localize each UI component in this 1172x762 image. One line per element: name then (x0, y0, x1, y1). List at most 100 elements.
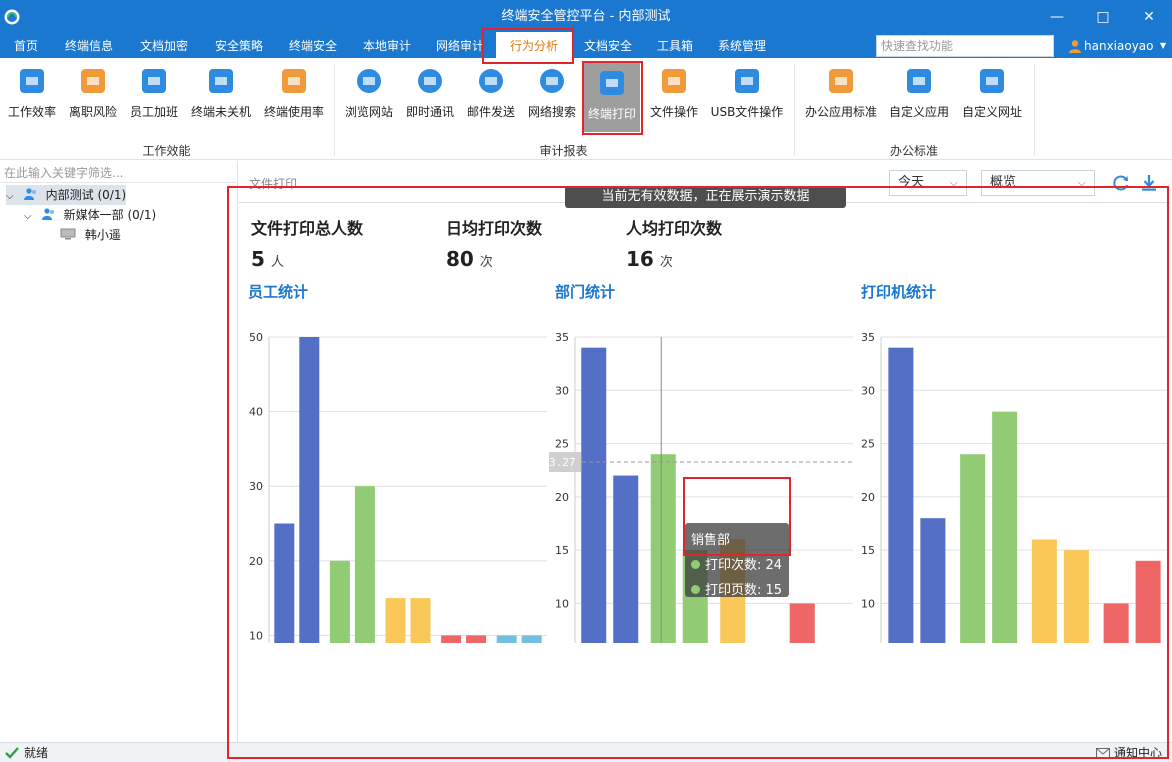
close-icon[interactable]: ✕ (1126, 0, 1172, 34)
ribbon-button-1-1[interactable]: 即时通讯 (401, 60, 459, 140)
stat-daily-prints: 日均打印次数 80 次 (446, 215, 542, 271)
ribbon-icon-2-2 (980, 69, 1004, 93)
bar-0-1-0[interactable] (329, 560, 350, 643)
ribbon-icon-2-0 (829, 69, 853, 93)
ribbon-button-0-3[interactable]: 终端未关机 (186, 60, 256, 140)
tree-filter-input[interactable]: 在此输入关键字筛选... (0, 163, 236, 183)
tab-0[interactable]: 首页 (0, 34, 52, 58)
stat-label: 日均打印次数 (446, 219, 543, 238)
bar-0-4-0[interactable] (496, 635, 517, 643)
ribbon-button-1-0[interactable]: 浏览网站 (340, 60, 398, 140)
ribbon-icon-1-1 (418, 69, 442, 93)
ribbon-button-1-6[interactable]: USB文件操作 (700, 60, 794, 140)
tab-8[interactable]: 文档安全 (572, 34, 644, 58)
report-panel: 文件打印总人数 5人 日均打印次数 80 次 人均打印次数 16 次 员工统计 部门… (239, 202, 1170, 739)
chart-title-dept: 部门统计 (555, 283, 616, 301)
title-bar: 终端安全管控平台 - 内部测试 — □ ✕ (0, 0, 1172, 34)
bar-2-3-0[interactable] (1103, 603, 1129, 643)
bar-1-3-0[interactable] (789, 603, 815, 643)
download-icon[interactable] (1140, 174, 1158, 192)
notification-center-link[interactable]: 通知中心 (1114, 743, 1162, 762)
tab-9[interactable]: 工具箱 (644, 34, 706, 58)
ribbon-label: 即时通讯 (405, 105, 454, 119)
ribbon-button-1-4[interactable]: 终端打印 (584, 62, 640, 132)
bar-1-1-0[interactable] (650, 454, 676, 643)
ribbon-button-0-0[interactable]: 工作效率 (3, 60, 61, 140)
quick-search-input[interactable]: 快速查找功能 (876, 35, 1054, 57)
tab-5[interactable]: 本地审计 (350, 34, 424, 58)
refresh-icon[interactable] (1112, 174, 1130, 192)
tab-4[interactable]: 终端安全 (276, 34, 350, 58)
bar-0-1-1[interactable] (354, 486, 375, 643)
bar-0-0-0[interactable] (274, 523, 295, 644)
ribbon-group-label: 工作效能 (142, 144, 191, 158)
stat-value: 5 (251, 247, 265, 271)
staff-chart[interactable]: 01020304050孙铁军雷勇张永建孟平韩伟伟 (243, 323, 549, 643)
tree-node-dept[interactable]: ⌵ 新媒体一部 (0/1) (24, 205, 156, 225)
bar-0-4-1[interactable] (521, 635, 542, 643)
view-value: 概览 (990, 175, 1017, 190)
ribbon-button-0-1[interactable]: 离职风险 (64, 60, 122, 140)
bar-2-2-0[interactable] (1031, 539, 1057, 643)
username: hanxiaoyao (1084, 39, 1154, 53)
period-select[interactable]: 今天 ⌵ (889, 170, 967, 196)
tab-1[interactable]: 终端信息 (52, 34, 126, 58)
chart-tooltip: 销售部 打印次数: 24 打印页数: 15 (685, 523, 789, 598)
ribbon-button-1-2[interactable]: 邮件发送 (462, 60, 520, 140)
ribbon-button-0-2[interactable]: 员工加班 (125, 60, 183, 140)
bar-0-2-1[interactable] (410, 598, 431, 643)
bar-2-1-1[interactable] (992, 411, 1018, 643)
ribbon-label: USB文件操作 (710, 105, 784, 119)
window-title: 终端安全管控平台 - 内部测试 (501, 9, 671, 24)
tab-2[interactable]: 文档加密 (126, 34, 202, 58)
report-pane: 文件打印 今天 ⌵ 概览 ⌵ 文件打印总人数 5人 日均打印次数 80 次 人均… (239, 161, 1172, 742)
ribbon-icon-0-4 (282, 69, 306, 93)
ribbon-button-1-3[interactable]: 网络搜索 (523, 60, 581, 140)
stat-label: 人均打印次数 (626, 219, 723, 238)
bar-2-0-0[interactable] (888, 347, 914, 643)
printer-chart[interactable]: 05101520253035行政部打印机研发中心打印机 (855, 323, 1170, 643)
ribbon-button-0-4[interactable]: 终端使用率 (259, 60, 329, 140)
ribbon-button-2-2[interactable]: 自定义网址 (957, 60, 1027, 140)
bar-0-3-0[interactable] (441, 635, 462, 643)
ribbon-label: 自定义网址 (961, 105, 1022, 119)
tree-node-root[interactable]: ⌵ 内部测试 (0/1) (6, 185, 126, 205)
ribbon-separator (1034, 64, 1035, 156)
ribbon-button-2-1[interactable]: 自定义应用 (884, 60, 954, 140)
bar-2-0-1[interactable] (920, 518, 946, 643)
minimize-icon[interactable]: — (1034, 0, 1080, 34)
bar-0-0-1[interactable] (299, 337, 320, 643)
tree-node-user[interactable]: 韩小遥 (60, 225, 121, 245)
bar-2-1-0[interactable] (960, 454, 986, 643)
bar-1-0-1[interactable] (613, 475, 639, 643)
org-tree-pane: 在此输入关键字筛选... ⌵ 内部测试 (0/1) ⌵ 新媒体一部 (0/1) … (0, 161, 238, 742)
bar-0-2-0[interactable] (385, 598, 406, 643)
ribbon-toolbar: 工作效率 离职风险 员工加班 终端未关机 终端使用率工作效能 浏览网站 即时通讯 邮件发送 网络… (0, 58, 1172, 160)
stat-unit: 人 (270, 255, 284, 270)
tab-7[interactable]: 行为分析 (496, 32, 572, 58)
bar-2-3-1[interactable] (1135, 560, 1161, 643)
y-tick-label: 15 (861, 544, 875, 557)
tab-3[interactable]: 安全策略 (202, 34, 276, 58)
chart-title-printer: 打印机统计 (861, 283, 937, 301)
y-tick-label: 20 (249, 555, 263, 568)
tab-10[interactable]: 系统管理 (706, 34, 778, 58)
computer-icon (60, 228, 76, 240)
user-menu[interactable]: hanxiaoyao ▼ (1064, 35, 1172, 57)
collapse-arrow-icon[interactable]: ⌵ (24, 207, 34, 227)
ribbon-label: 终端使用率 (263, 105, 324, 119)
stat-unit: 次 (659, 255, 673, 270)
maximize-icon[interactable]: □ (1080, 0, 1126, 34)
view-select[interactable]: 概览 ⌵ (981, 170, 1095, 196)
bar-0-3-1[interactable] (466, 635, 487, 643)
tree-node-label: 韩小遥 (84, 228, 121, 242)
collapse-arrow-icon[interactable]: ⌵ (6, 187, 16, 207)
ribbon-label: 员工加班 (129, 105, 178, 119)
demo-data-banner: 当前无有效数据，正在展示演示数据 (565, 186, 846, 208)
bar-1-0-0[interactable] (581, 347, 607, 643)
user-icon (1069, 40, 1081, 53)
ribbon-button-1-5[interactable]: 文件操作 (645, 60, 703, 140)
ribbon-button-2-0[interactable]: 办公应用标准 (800, 60, 882, 140)
bar-2-2-1[interactable] (1063, 550, 1089, 643)
tab-6[interactable]: 网络审计 (424, 34, 496, 58)
